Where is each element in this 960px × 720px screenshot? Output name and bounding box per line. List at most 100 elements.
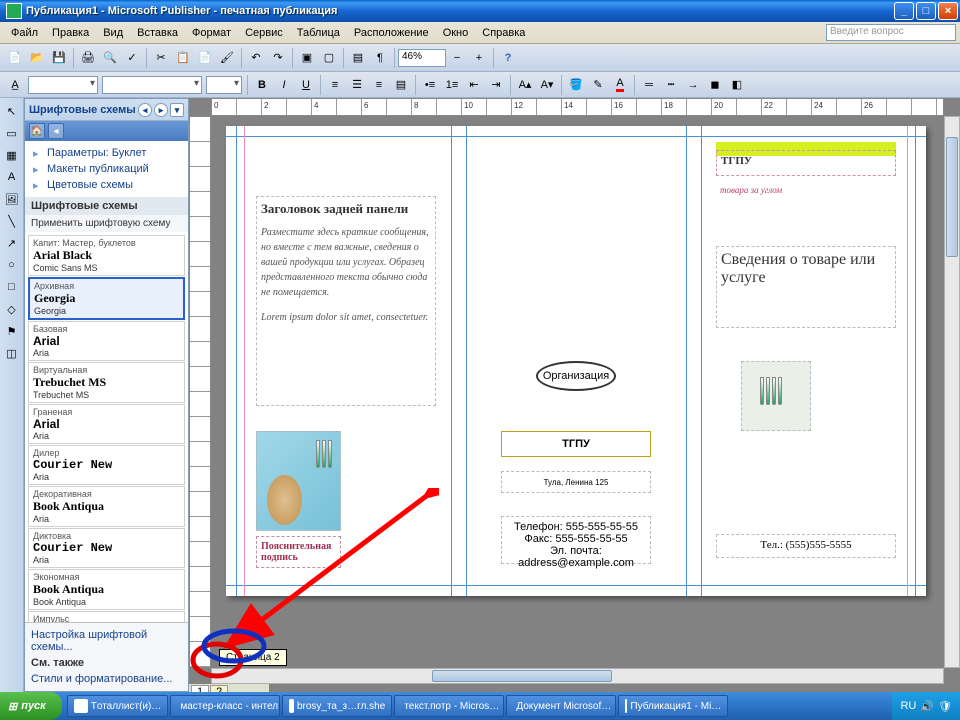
3d-button[interactable]: ◧ [727, 75, 747, 95]
org-logo-oval[interactable]: Организация [536, 361, 616, 391]
help-search-input[interactable]: Введите вопрос [826, 24, 956, 41]
start-button[interactable]: ⊞ пуск [0, 692, 62, 720]
vertical-scrollbar[interactable] [944, 116, 960, 668]
font-scheme-list[interactable]: Капит: Мастер, буклетовArial BlackComic … [25, 232, 188, 622]
line-style-button[interactable]: ═ [639, 75, 659, 95]
font-scheme-item[interactable]: ЭкономнаяBook AntiquaBook Antiqua [28, 569, 185, 610]
address-textbox[interactable]: Тула, Ленина 125 [501, 471, 651, 493]
tray-icon[interactable]: 🔊 [920, 700, 934, 713]
taskbar-task[interactable]: Публикация1 - Mi… [618, 695, 728, 717]
copy-button[interactable]: 📋 [173, 48, 193, 68]
menu-view[interactable]: Вид [96, 25, 130, 41]
slogan-textbox[interactable]: товара за углом [716, 180, 896, 196]
front-title-textbox[interactable]: Сведения о товаре или услуге [716, 246, 896, 328]
print-button[interactable]: 🖨 [78, 48, 98, 68]
home-icon[interactable]: 🏠 [29, 123, 45, 139]
align-left-button[interactable]: ≡ [325, 75, 345, 95]
cut-button[interactable]: ✂ [151, 48, 171, 68]
save-button[interactable]: 💾 [49, 48, 69, 68]
front-image[interactable] [741, 361, 811, 431]
size-combo[interactable] [206, 76, 242, 94]
grow-font-button[interactable]: A▴ [515, 75, 535, 95]
menu-edit[interactable]: Правка [45, 25, 96, 41]
front-org-textbox[interactable]: ТГПУ [716, 150, 896, 176]
contact-textbox[interactable]: Телефон: 555-555-55-55 Факс: 555-555-55-… [501, 516, 651, 564]
caption-textbox[interactable]: Пояснительная подпись [256, 536, 341, 568]
redo-button[interactable]: ↷ [268, 48, 288, 68]
table-tool[interactable]: ▦ [3, 146, 21, 164]
indent-dec-button[interactable]: ⇤ [464, 75, 484, 95]
styles-button[interactable]: A̲ [5, 75, 25, 95]
vertical-ruler[interactable] [189, 116, 211, 668]
horizontal-scrollbar[interactable] [211, 668, 944, 684]
taskbar-task[interactable]: Tоталлист(и)… [67, 695, 169, 717]
underline-button[interactable]: U [296, 75, 316, 95]
style-combo[interactable] [28, 76, 98, 94]
tray-icon[interactable]: 🛡 [938, 700, 952, 713]
preview-button[interactable]: 🔍 [100, 48, 120, 68]
wordart-tool[interactable]: A [3, 168, 21, 186]
arrow-tool[interactable]: ↗ [3, 234, 21, 252]
columns-button[interactable]: ▤ [348, 48, 368, 68]
menu-insert[interactable]: Вставка [130, 25, 185, 41]
bullets-button[interactable]: •≡ [420, 75, 440, 95]
lang-indicator[interactable]: RU [900, 700, 916, 712]
oval-tool[interactable]: ○ [3, 256, 21, 274]
link-designs[interactable]: Макеты публикаций [31, 161, 182, 177]
numbering-button[interactable]: 1≡ [442, 75, 462, 95]
menu-help[interactable]: Справка [475, 25, 532, 41]
fill-color-button[interactable]: 🪣 [566, 75, 586, 95]
italic-button[interactable]: I [274, 75, 294, 95]
bring-front-button[interactable]: ▣ [297, 48, 317, 68]
picture-tool[interactable]: 🖼 [3, 190, 21, 208]
special-chars-button[interactable]: ¶ [370, 48, 390, 68]
zoom-in-button[interactable]: + [469, 48, 489, 68]
font-scheme-item[interactable]: АрхивнаяGeorgiaGeorgia [28, 277, 185, 320]
line-color-button[interactable]: ✎ [588, 75, 608, 95]
design-gallery-tool[interactable]: ◫ [3, 344, 21, 362]
menu-table[interactable]: Таблица [290, 25, 347, 41]
h-scroll-thumb[interactable] [432, 670, 612, 682]
align-right-button[interactable]: ≡ [369, 75, 389, 95]
font-scheme-item[interactable]: БазоваяArialAria [28, 321, 185, 361]
undo-button[interactable]: ↶ [246, 48, 266, 68]
link-styles[interactable]: Стили и форматирование... [31, 671, 182, 687]
bookmark-tool[interactable]: ⚑ [3, 322, 21, 340]
v-scroll-thumb[interactable] [946, 137, 958, 257]
justify-button[interactable]: ▤ [391, 75, 411, 95]
menu-format[interactable]: Формат [185, 25, 238, 41]
back-panel-textbox[interactable]: Заголовок задней панели Разместите здесь… [256, 196, 436, 406]
close-button[interactable]: × [938, 2, 958, 20]
indent-inc-button[interactable]: ⇥ [486, 75, 506, 95]
maximize-button[interactable]: □ [916, 2, 936, 20]
zoom-out-button[interactable]: − [447, 48, 467, 68]
org-name-box[interactable]: ТГПУ [501, 431, 651, 457]
menu-arrange[interactable]: Расположение [347, 25, 436, 41]
menu-file[interactable]: Файл [4, 25, 45, 41]
font-scheme-item[interactable]: ДилерCourier NewAria [28, 445, 185, 485]
shapes-tool[interactable]: ◇ [3, 300, 21, 318]
taskbar-task[interactable]: мастер-класс - интел… [170, 695, 280, 717]
taskpane-menu-button[interactable]: ▾ [170, 103, 184, 117]
link-colors[interactable]: Цветовые схемы [31, 177, 182, 193]
back2-icon[interactable]: ◂ [48, 123, 64, 139]
open-button[interactable]: 📂 [27, 48, 47, 68]
send-back-button[interactable]: ▢ [319, 48, 339, 68]
spell-button[interactable]: ✓ [122, 48, 142, 68]
menu-tools[interactable]: Сервис [238, 25, 290, 41]
help-button[interactable]: ? [498, 48, 518, 68]
shrink-font-button[interactable]: A▾ [537, 75, 557, 95]
dash-style-button[interactable]: ┅ [661, 75, 681, 95]
font-color-button[interactable]: A [610, 75, 630, 95]
zoom-combo[interactable]: 46% [398, 49, 446, 67]
pointer-tool[interactable]: ↖ [3, 102, 21, 120]
new-button[interactable]: 📄 [5, 48, 25, 68]
taskpane-back-button[interactable]: ◂ [138, 103, 152, 117]
font-scheme-item[interactable]: ВиртуальнаяTrebuchet MSTrebuchet MS [28, 362, 185, 403]
document-viewport[interactable]: Заголовок задней панели Разместите здесь… [211, 116, 944, 668]
publication-page[interactable]: Заголовок задней панели Разместите здесь… [226, 126, 926, 596]
format-painter-button[interactable]: 🖌 [217, 48, 237, 68]
shadow-button[interactable]: ◼ [705, 75, 725, 95]
font-combo[interactable] [102, 76, 202, 94]
taskbar-task[interactable]: текст.потр - Micros… [394, 695, 504, 717]
